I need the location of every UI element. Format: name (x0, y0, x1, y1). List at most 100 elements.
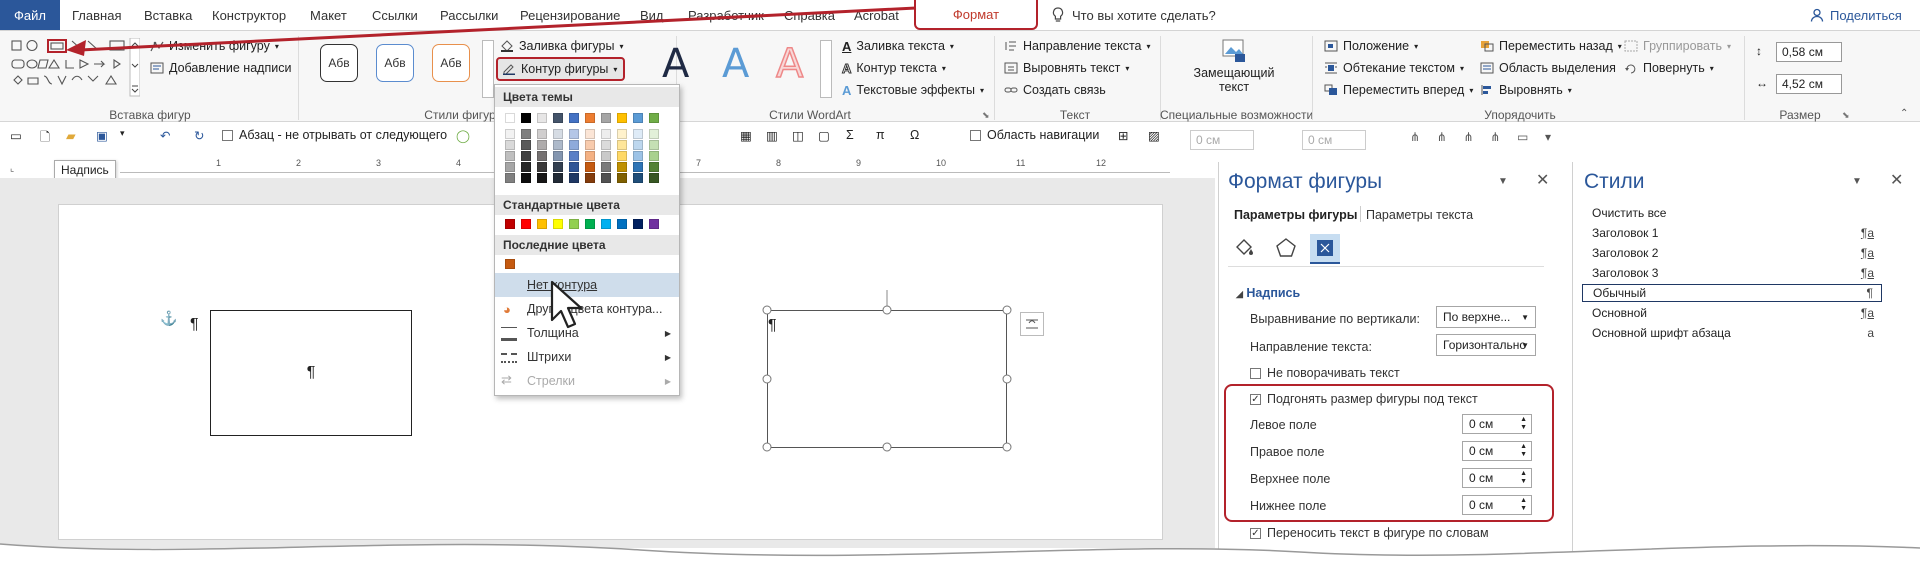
theme-color-swatch[interactable] (537, 113, 547, 123)
table-icon[interactable]: ▥ (766, 128, 778, 143)
theme-shade-swatch[interactable] (521, 151, 531, 161)
dashes-item[interactable]: Штрихи ▶ (495, 345, 679, 369)
theme-shade-swatch[interactable] (537, 173, 547, 183)
theme-shade-swatch[interactable] (537, 162, 547, 172)
standard-color-swatch[interactable] (537, 219, 547, 229)
theme-shade-swatch[interactable] (617, 162, 627, 172)
align-button[interactable]: Выровнять ▾ (1480, 80, 1572, 100)
org-chart-icon[interactable]: ⋔ (1463, 130, 1473, 144)
tab-stop-icon[interactable]: ⌞ (10, 163, 14, 174)
theme-shade-swatch[interactable] (601, 140, 611, 150)
standard-color-swatch[interactable] (617, 219, 627, 229)
standard-color-swatch[interactable] (553, 219, 563, 229)
theme-color-swatch[interactable] (505, 113, 515, 123)
more-outline-colors-item[interactable]: ◕ Другие цвета контура... (495, 297, 679, 321)
chevron-down-icon[interactable]: ▾ (120, 128, 125, 139)
theme-shade-swatch[interactable] (633, 173, 643, 183)
layout-properties-tab[interactable] (1310, 234, 1340, 264)
theme-shade-swatch[interactable] (633, 129, 643, 139)
standard-color-swatch[interactable] (585, 219, 595, 229)
standard-color-swatch[interactable] (521, 219, 531, 229)
theme-color-swatch[interactable] (585, 113, 595, 123)
recent-color-swatch[interactable] (505, 259, 515, 269)
collapse-ribbon-icon[interactable]: ⌃ (1900, 108, 1908, 119)
theme-shade-swatch[interactable] (553, 151, 563, 161)
left-margin-input[interactable]: 0 см ▲ ▼ (1462, 414, 1532, 434)
org-chart-icon[interactable]: ⋔ (1410, 130, 1420, 144)
theme-color-swatch[interactable] (553, 113, 563, 123)
rotate-button[interactable]: Повернуть ▾ (1624, 58, 1714, 78)
theme-shade-swatch[interactable] (633, 151, 643, 161)
selection-pane-button[interactable]: Область выделения (1480, 58, 1616, 78)
textbox-section-header[interactable]: ◢ Надпись (1236, 286, 1300, 300)
theme-shade-swatch[interactable] (633, 162, 643, 172)
theme-shade-swatch[interactable] (569, 173, 579, 183)
keep-with-next-option[interactable]: Абзац - не отрывать от следующего (222, 128, 447, 142)
theme-shade-swatch[interactable] (617, 151, 627, 161)
redo-icon[interactable]: ↻ (194, 128, 204, 143)
theme-shade-swatch[interactable] (521, 129, 531, 139)
alt-text-button[interactable]: Замещающий текст (1174, 36, 1294, 104)
frame-icon[interactable]: ▢ (818, 128, 830, 143)
no-outline-item[interactable]: Нет контура (495, 273, 679, 297)
style-item[interactable]: Заголовок 1 ¶a (1582, 224, 1882, 242)
text-direction-button[interactable]: Направление текста ▾ (1004, 36, 1151, 56)
picture-icon[interactable]: ▨ (1148, 128, 1160, 143)
add-caption-button[interactable]: Добавление надписи (150, 58, 291, 78)
theme-shade-swatch[interactable] (505, 129, 515, 139)
pi-icon[interactable]: π (876, 128, 885, 142)
dialog-launcher-icon[interactable]: ⬊ (982, 110, 990, 121)
new-document-icon[interactable]: ▭ (10, 128, 22, 143)
theme-shade-swatch[interactable] (649, 151, 659, 161)
theme-shade-swatch[interactable] (585, 162, 595, 172)
tab-text-options[interactable]: Параметры текста (1366, 208, 1473, 222)
theme-shade-swatch[interactable] (505, 140, 515, 150)
theme-color-swatch[interactable] (521, 113, 531, 123)
text-box-left[interactable]: ¶ (210, 310, 412, 436)
close-pane-icon[interactable]: ✕ (1536, 170, 1549, 190)
autofit-option[interactable]: ✓ Подгонять размер фигуры под текст (1250, 392, 1478, 406)
theme-shade-swatch[interactable] (585, 140, 595, 150)
align-grid-icon[interactable]: ▦ (740, 128, 752, 143)
theme-shade-swatch[interactable] (505, 162, 515, 172)
theme-shade-swatch[interactable] (617, 173, 627, 183)
theme-shade-swatch[interactable] (601, 173, 611, 183)
create-link-button[interactable]: Создать связь (1004, 80, 1106, 100)
standard-color-swatch[interactable] (633, 219, 643, 229)
bring-forward-button[interactable]: Переместить вперед ▾ (1324, 80, 1473, 100)
pane-options-icon[interactable]: ▼ (1852, 176, 1862, 187)
share-button[interactable]: Поделиться (1810, 0, 1902, 30)
columns-icon[interactable]: ◫ (792, 128, 804, 143)
weight-item[interactable]: Толщина ▶ (495, 321, 679, 345)
theme-shade-swatch[interactable] (553, 173, 563, 183)
theme-color-swatch[interactable] (633, 113, 643, 123)
theme-color-swatch[interactable] (569, 113, 579, 123)
standard-color-swatch[interactable] (505, 219, 515, 229)
wrap-text-button[interactable]: Обтекание текстом ▾ (1324, 58, 1464, 78)
theme-color-swatch[interactable] (617, 113, 627, 123)
qat-spin-2[interactable]: 0 см (1302, 130, 1366, 150)
theme-shade-swatch[interactable] (553, 140, 563, 150)
theme-shade-swatch[interactable] (569, 151, 579, 161)
theme-color-swatch[interactable] (601, 113, 611, 123)
grid-icon[interactable]: ⊞ (1118, 128, 1128, 143)
close-pane-icon[interactable]: ✕ (1890, 170, 1903, 190)
layout-options-button[interactable] (1020, 312, 1044, 336)
theme-shade-swatch[interactable] (569, 140, 579, 150)
sum-icon[interactable]: Σ (846, 128, 854, 142)
theme-shade-swatch[interactable] (537, 129, 547, 139)
theme-shade-swatch[interactable] (537, 151, 547, 161)
symbol-icon[interactable]: Ω (910, 128, 919, 142)
fill-line-tab[interactable] (1232, 236, 1256, 260)
standard-color-swatch[interactable] (569, 219, 579, 229)
theme-color-swatch[interactable] (649, 113, 659, 123)
theme-shade-swatch[interactable] (505, 173, 515, 183)
tell-me-search[interactable]: Что вы хотите сделать? (1052, 0, 1216, 30)
undo-icon[interactable]: ↶ (160, 128, 170, 143)
right-margin-input[interactable]: 0 см ▲ ▼ (1462, 441, 1532, 461)
shape-width-input[interactable]: 4,52 см (1776, 74, 1842, 94)
theme-shade-swatch[interactable] (505, 151, 515, 161)
pane-options-icon[interactable]: ▼ (1498, 176, 1508, 187)
arrows-item[interactable]: ⇄ Стрелки ▶ (495, 369, 679, 393)
open-folder-icon[interactable]: ▰ (66, 128, 76, 143)
